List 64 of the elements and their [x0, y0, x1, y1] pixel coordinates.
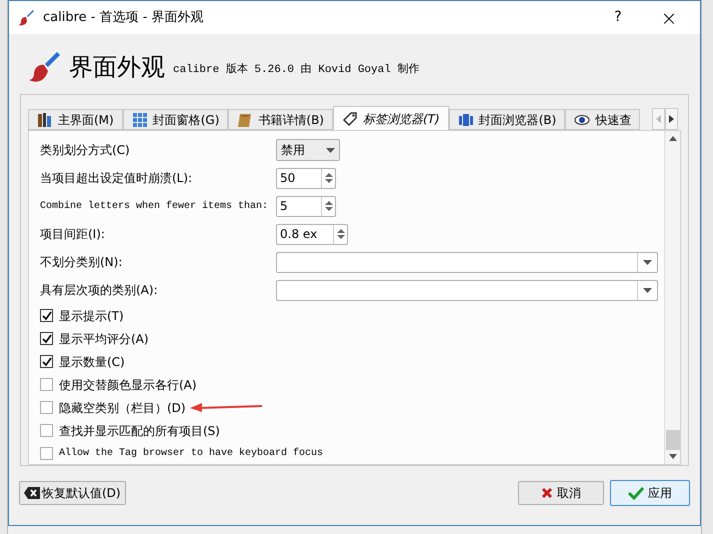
books-icon	[37, 112, 53, 128]
scroll-down-icon	[668, 454, 676, 459]
checkbox[interactable]	[40, 355, 53, 368]
scrollbar-thumb[interactable]	[666, 430, 680, 450]
help-button[interactable]: ?	[598, 2, 638, 32]
columns-icon	[458, 112, 474, 128]
scroll-up-icon	[668, 136, 676, 141]
tag-icon	[342, 110, 358, 126]
tab[interactable]: 封面窗格(G)	[122, 109, 228, 130]
combo-box[interactable]	[276, 280, 658, 300]
apply-button[interactable]: 应用	[610, 480, 690, 506]
scroll-right-button[interactable]	[665, 108, 678, 130]
spin-arrows-icon	[336, 228, 344, 240]
dropdown-arrow-icon	[643, 260, 652, 264]
checkbox[interactable]	[40, 309, 53, 322]
checkbox[interactable]	[40, 378, 53, 391]
version-text: calibre 版本 5.26.0 由 Kovid Goyal 制作	[173, 62, 420, 78]
arrow-annotation	[190, 400, 262, 414]
tab[interactable]: 主界面(M)	[28, 109, 123, 130]
field-label: 显示数量(C)	[59, 354, 125, 370]
brush-icon	[17, 8, 35, 26]
field-label: 不划分类别(N):	[40, 254, 124, 271]
spin-box[interactable]: 50	[276, 168, 336, 188]
delete-icon	[24, 487, 40, 499]
field-label: 类别划分方式(C)	[40, 142, 131, 159]
field-label: 使用交替颜色显示各行(A)	[59, 376, 197, 394]
dropdown-arrow-icon	[643, 288, 652, 292]
field-label: 当项目超出设定值时崩溃(L):	[40, 170, 194, 187]
field-label: 隐藏空类别（栏目）(D)	[59, 400, 186, 416]
checkbox[interactable]	[40, 332, 53, 345]
dropdown-arrow-icon	[326, 148, 335, 152]
spin-box[interactable]: 5	[276, 196, 336, 216]
left-arrow-icon	[656, 115, 661, 123]
grid-icon	[132, 112, 148, 128]
scrollbar[interactable]	[664, 131, 680, 464]
cross-icon	[541, 487, 553, 499]
restore-defaults-button[interactable]: 恢复默认值(D)	[19, 481, 126, 505]
page-title: 界面外观	[69, 52, 165, 83]
check-icon	[628, 486, 644, 500]
field-label: 显示提示(T)	[59, 308, 124, 324]
tab[interactable]: 封面浏览器(B)	[448, 109, 566, 130]
right-arrow-icon	[669, 115, 674, 123]
spin-box[interactable]: 0.8 ex	[276, 224, 348, 244]
combo-box[interactable]	[276, 252, 658, 272]
checkbox[interactable]	[40, 424, 53, 437]
dropdown[interactable]: 禁用	[276, 139, 340, 161]
tab[interactable]: 快速查	[565, 109, 640, 130]
field-label: 查找并显示匹配的所有项目(S)	[59, 422, 220, 440]
field-label: Combine letters when fewer items than:	[40, 200, 270, 214]
cancel-button[interactable]: 取消	[518, 481, 604, 505]
spin-arrows-icon	[324, 200, 332, 212]
checkbox[interactable]	[40, 401, 53, 414]
field-label: 显示平均评分(A)	[59, 330, 149, 348]
tab[interactable]: 书籍详情(B)	[228, 109, 333, 130]
field-label: Allow the Tag browser to have keyboard focus	[59, 446, 324, 461]
tab[interactable]: 标签浏览器(T)	[333, 106, 449, 130]
book-icon	[237, 112, 254, 128]
window-title: calibre - 首选项 - 界面外观	[43, 8, 204, 27]
checkbox[interactable]	[40, 447, 53, 460]
close-button[interactable]: ×	[646, 2, 692, 32]
field-label: 具有层次项的类别(A):	[40, 282, 159, 299]
field-label: 项目间距(I):	[40, 226, 106, 243]
spin-arrows-icon	[324, 172, 332, 184]
brush-icon	[27, 50, 61, 84]
